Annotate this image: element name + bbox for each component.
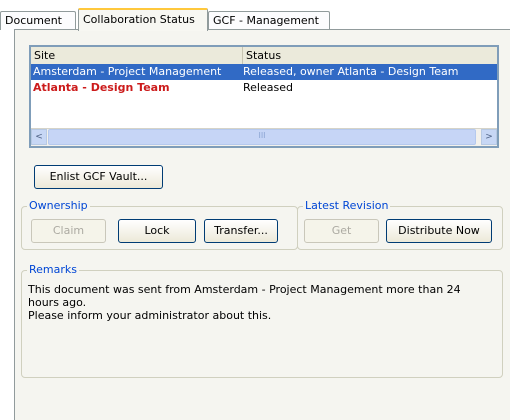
lock-button[interactable]: Lock bbox=[118, 219, 196, 243]
scroll-thumb[interactable]: III bbox=[48, 129, 476, 145]
ownership-group: Ownership Claim Lock Transfer... bbox=[21, 199, 298, 250]
site-status-list[interactable]: Site Status Amsterdam - Project Manageme… bbox=[29, 45, 499, 148]
latest-revision-group: Latest Revision Get Distribute Now bbox=[297, 199, 503, 250]
get-button[interactable]: Get bbox=[304, 219, 379, 243]
remarks-group: Remarks This document was sent from Amst… bbox=[21, 263, 503, 378]
status-cell: Released, owner Atlanta - Design Team bbox=[243, 65, 459, 78]
tab-document[interactable]: Document bbox=[0, 11, 76, 30]
site-cell: Amsterdam - Project Management bbox=[33, 65, 222, 78]
site-cell: Atlanta - Design Team bbox=[33, 81, 170, 94]
remarks-group-title: Remarks bbox=[27, 263, 79, 277]
tab-gcf-management[interactable]: GCF - Management bbox=[208, 11, 330, 30]
status-cell: Released bbox=[243, 81, 293, 94]
transfer-button[interactable]: Transfer... bbox=[204, 219, 278, 243]
ownership-group-title: Ownership bbox=[27, 199, 90, 213]
column-header-status[interactable]: Status bbox=[243, 47, 497, 64]
list-row[interactable]: Atlanta - Design Team Released bbox=[31, 80, 497, 96]
latest-revision-group-title: Latest Revision bbox=[303, 199, 391, 213]
distribute-now-button[interactable]: Distribute Now bbox=[386, 219, 492, 243]
enlist-gcf-vault-button[interactable]: Enlist GCF Vault... bbox=[34, 165, 163, 189]
column-header-site[interactable]: Site bbox=[31, 47, 243, 64]
claim-button[interactable]: Claim bbox=[31, 219, 106, 243]
tab-collaboration-status[interactable]: Collaboration Status bbox=[78, 8, 208, 31]
list-header: Site Status bbox=[31, 47, 497, 65]
tab-strip: Document Collaboration Status GCF - Mana… bbox=[0, 8, 510, 31]
scroll-left-icon[interactable]: < bbox=[31, 129, 47, 145]
tab-panel: Site Status Amsterdam - Project Manageme… bbox=[14, 29, 510, 420]
scroll-right-icon[interactable]: > bbox=[481, 129, 497, 145]
list-row[interactable]: Amsterdam - Project Management Released,… bbox=[31, 64, 497, 80]
horizontal-scrollbar[interactable]: < III > bbox=[31, 128, 497, 146]
remarks-text: This document was sent from Amsterdam - … bbox=[28, 283, 461, 322]
